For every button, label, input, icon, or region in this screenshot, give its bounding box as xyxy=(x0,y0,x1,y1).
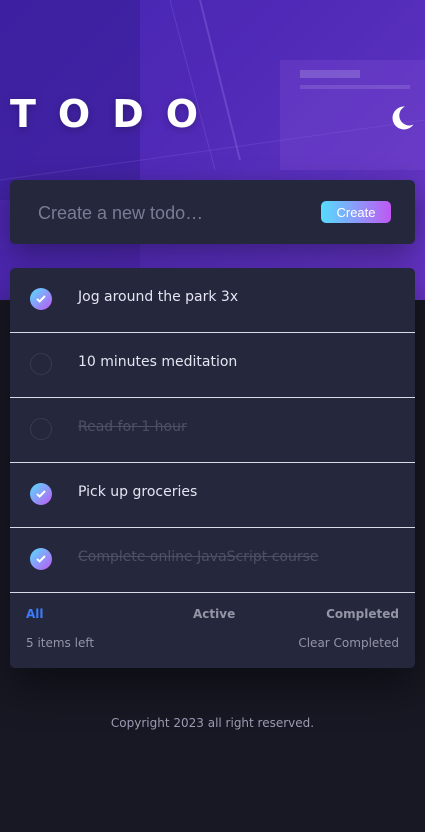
todo-checkbox[interactable] xyxy=(30,548,52,570)
todo-checkbox[interactable] xyxy=(30,288,52,310)
todo-item[interactable]: Read for 1 hour xyxy=(10,398,415,463)
todo-text: Read for 1 hour xyxy=(78,419,187,435)
todo-item[interactable]: Jog around the park 3x xyxy=(10,268,415,333)
app-title: TODO xyxy=(10,92,221,136)
items-left-count: 5 items left xyxy=(26,636,95,650)
todo-item[interactable]: 10 minutes meditation xyxy=(10,333,415,398)
copyright-text: Copyright 2023 all right reserved. xyxy=(110,716,315,730)
todo-text: Pick up groceries xyxy=(78,484,198,500)
todo-item[interactable]: Pick up groceries xyxy=(10,463,415,528)
filter-active[interactable]: Active xyxy=(193,607,235,621)
todo-checkbox[interactable] xyxy=(30,483,52,505)
filter-completed[interactable]: Completed xyxy=(326,607,399,621)
clear-completed-button[interactable]: Clear Completed xyxy=(298,636,399,650)
check-icon xyxy=(36,295,46,303)
moon-icon xyxy=(392,106,414,130)
todo-item[interactable]: Complete online JavaScript course xyxy=(10,528,415,593)
hero-background-image xyxy=(0,0,425,300)
todo-text: 10 minutes meditation xyxy=(78,354,238,370)
todo-checkbox[interactable] xyxy=(30,353,52,375)
check-icon xyxy=(36,555,46,563)
theme-toggle-button[interactable] xyxy=(388,104,416,132)
hero-banner: TODO xyxy=(0,0,425,300)
todo-list: Jog around the park 3x 10 minutes medita… xyxy=(10,268,415,668)
todo-text: Complete online JavaScript course xyxy=(78,549,319,565)
check-icon xyxy=(36,490,46,498)
create-todo-input[interactable] xyxy=(36,200,310,226)
create-todo-bar: Create xyxy=(10,180,415,244)
create-button[interactable]: Create xyxy=(321,201,391,223)
filter-all[interactable]: All xyxy=(26,607,44,621)
todo-checkbox[interactable] xyxy=(30,418,52,440)
todo-text: Jog around the park 3x xyxy=(78,289,239,305)
